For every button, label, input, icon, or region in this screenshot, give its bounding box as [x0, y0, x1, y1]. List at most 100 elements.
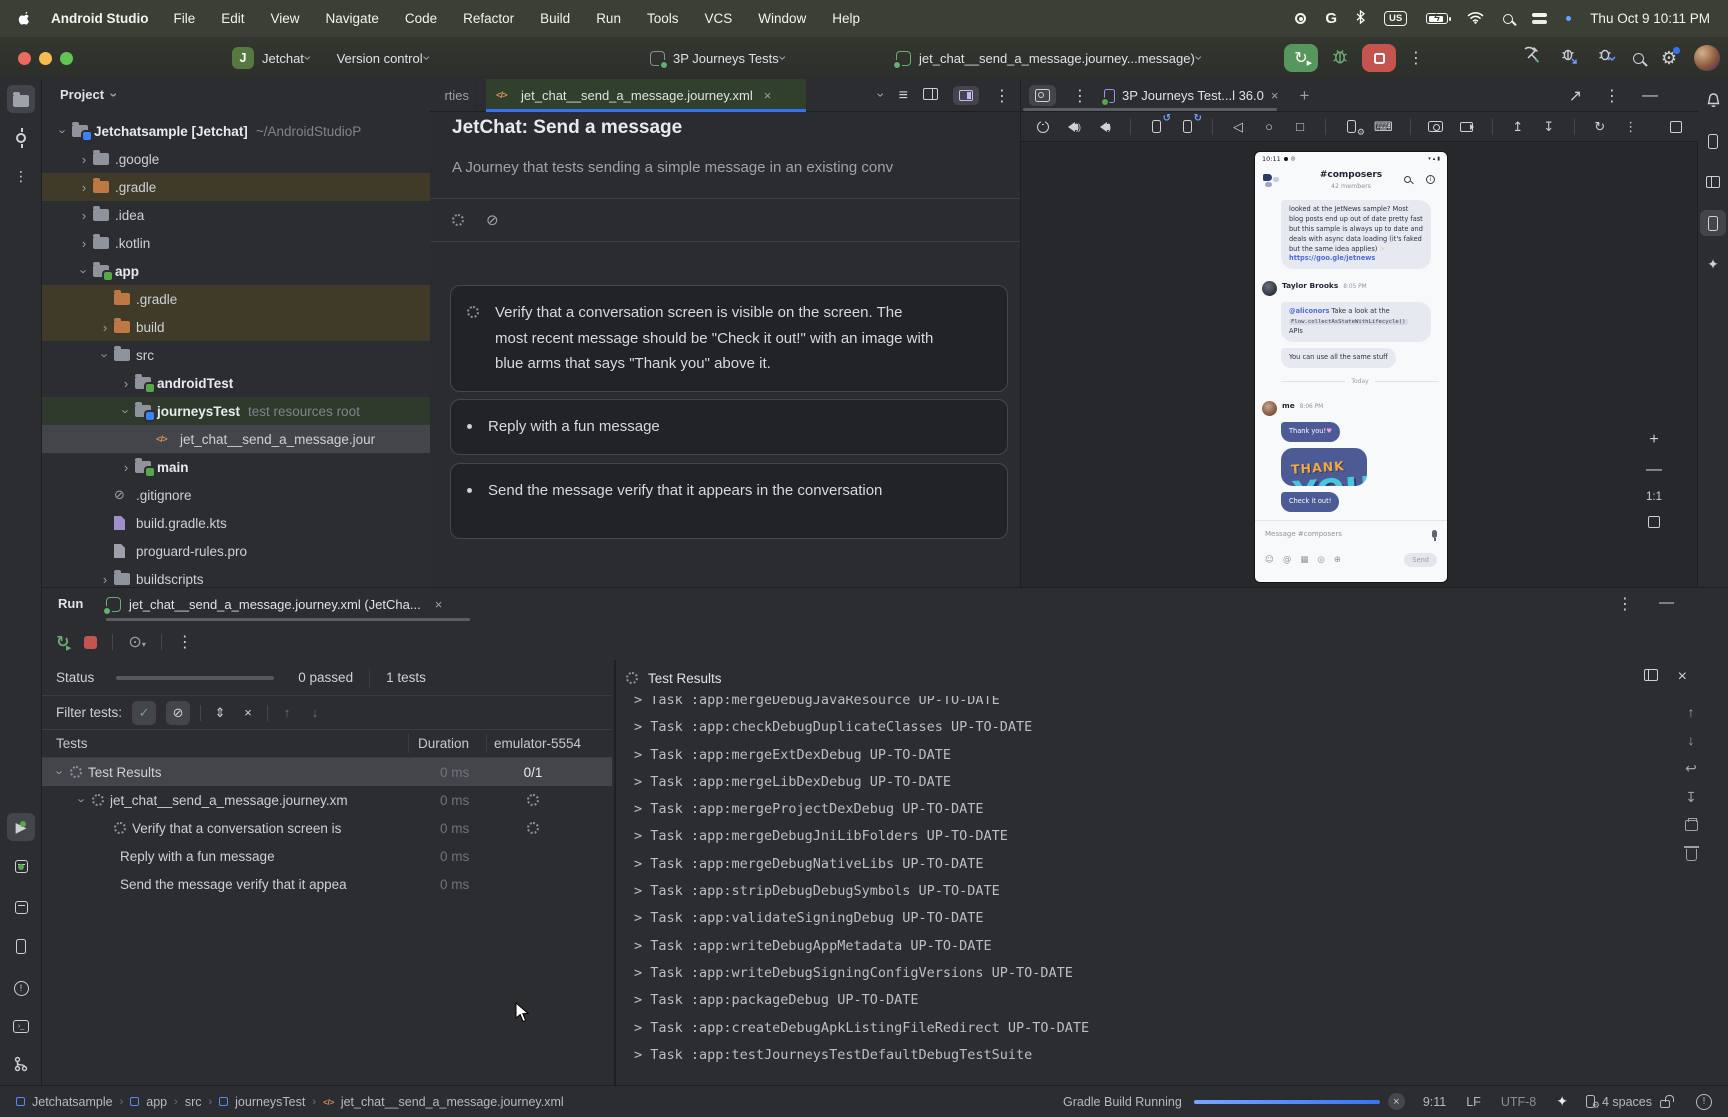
run-tab[interactable]: jet_chat__send_a_message.journey.xml (Je…: [106, 588, 442, 620]
tree-item-build[interactable]: ›build: [42, 313, 430, 341]
console-output[interactable]: > Task :app:mergeDebugJavaResource UP-TO…: [634, 696, 1658, 1086]
editor-tab-partial[interactable]: rties: [430, 79, 476, 112]
close-device-tab-icon[interactable]: ×: [1271, 88, 1279, 103]
tree-item--kotlin[interactable]: ›.kotlin: [42, 229, 430, 257]
journey-step-card[interactable]: Verify that a conversation screen is vis…: [450, 285, 1008, 392]
scroll-up-icon[interactable]: ↑: [1688, 704, 1695, 720]
scroll-to-end-icon[interactable]: ↧: [1685, 789, 1697, 806]
tree-item-app[interactable]: ›app: [42, 257, 430, 285]
chat-search-icon[interactable]: [1404, 176, 1411, 183]
run-more-icon[interactable]: ⋮: [1617, 594, 1633, 614]
thank-you-sticker[interactable]: THANKYOU: [1281, 448, 1367, 486]
settings-gear-icon[interactable]: ⚙: [1661, 49, 1677, 67]
tree-chevron-icon[interactable]: ›: [119, 402, 134, 420]
profiler-icon[interactable]: [1596, 46, 1616, 70]
test-row[interactable]: Verify that a conversation screen is0 ms: [42, 814, 612, 842]
cancel-build-icon[interactable]: ×: [1388, 1093, 1405, 1110]
notifications-status-icon[interactable]: !: [1696, 1094, 1712, 1110]
download-icon[interactable]: ↧: [1541, 119, 1557, 135]
zoom-level[interactable]: 1:1: [1646, 491, 1662, 503]
journey-step-card[interactable]: Send the message verify that it appears …: [450, 463, 1008, 539]
menu-window[interactable]: Window: [758, 11, 806, 26]
menu-view[interactable]: View: [271, 11, 300, 26]
test-row[interactable]: Reply with a fun message0 ms: [42, 842, 612, 870]
tree-item-buildscripts[interactable]: ›buildscripts: [42, 565, 430, 587]
editor-tab-list-icon[interactable]: ≡: [899, 87, 908, 105]
more-input-icon[interactable]: ⊕: [1334, 555, 1341, 565]
editor-tab-split-icon[interactable]: [923, 87, 938, 105]
previous-occurrence-icon[interactable]: ↑: [278, 705, 296, 720]
cancel-icon[interactable]: ⊘: [486, 211, 499, 229]
watch-icon[interactable]: ⊙▾: [128, 632, 145, 652]
chat-bubble[interactable]: You can use all the same stuff: [1281, 348, 1396, 368]
menu-tools[interactable]: Tools: [647, 11, 679, 26]
chat-input[interactable]: Message #composers: [1255, 520, 1447, 546]
zoom-in-icon[interactable]: +: [1649, 431, 1658, 449]
rotate-left-icon[interactable]: ↺: [1148, 120, 1164, 133]
debug-button[interactable]: [1330, 46, 1350, 71]
device-manager-icon[interactable]: [1700, 128, 1726, 154]
gallery-icon[interactable]: ▦: [1300, 555, 1308, 565]
clear-all-icon[interactable]: [1686, 846, 1697, 864]
apple-menu-icon[interactable]: [18, 11, 31, 27]
chat-info-icon[interactable]: i: [1426, 175, 1435, 184]
console-close-icon[interactable]: ×: [1678, 668, 1687, 686]
tree-chevron-icon[interactable]: ›: [77, 262, 92, 280]
device-reset-icon[interactable]: ↻: [1592, 119, 1608, 135]
editor-tab-more-icon[interactable]: ⋮: [994, 86, 1010, 106]
services-icon[interactable]: [7, 854, 35, 882]
scroll-down-icon[interactable]: ↓: [1688, 732, 1695, 748]
indent-config-icon[interactable]: ⚙: [1586, 1095, 1595, 1108]
close-run-tab-icon[interactable]: ×: [435, 597, 443, 612]
tree-chevron-icon[interactable]: ›: [75, 180, 93, 195]
unlocked-icon[interactable]: [1660, 1100, 1670, 1108]
run-tool-icon[interactable]: ▶: [7, 813, 35, 841]
volume-down-icon[interactable]: ): [1097, 122, 1113, 132]
stop-tests-icon[interactable]: [84, 636, 97, 649]
avatar[interactable]: [1262, 401, 1277, 416]
test-row[interactable]: ›Test Results0 ms0/1: [42, 758, 612, 786]
menu-refactor[interactable]: Refactor: [463, 11, 514, 26]
tree-chevron-icon[interactable]: ›: [56, 122, 71, 140]
menu-edit[interactable]: Edit: [221, 11, 244, 26]
breadcrumb-item[interactable]: journeysTest: [219, 1095, 305, 1109]
breadcrumb-item[interactable]: src: [185, 1095, 202, 1109]
menu-run[interactable]: Run: [596, 11, 621, 26]
breadcrumb-item[interactable]: app: [130, 1095, 167, 1109]
stop-button[interactable]: [1362, 44, 1396, 72]
rerun-tests-icon[interactable]: ↻▶: [56, 632, 69, 652]
tree-item-build-gradle-kts[interactable]: build.gradle.kts: [42, 509, 430, 537]
project-icon[interactable]: [7, 85, 35, 113]
control-center-icon[interactable]: [1532, 13, 1547, 25]
tree-chevron-icon[interactable]: ›: [75, 208, 93, 223]
tree-item-androidtest[interactable]: ›androidTest: [42, 369, 430, 397]
editor-tab-active[interactable]: </> jet_chat__send_a_message.journey.xml…: [486, 79, 806, 112]
tree-item-jet-chat--send-a-message-jour[interactable]: </>jet_chat__send_a_message.jour: [42, 425, 430, 453]
tree-chevron-icon[interactable]: ›: [75, 236, 93, 251]
tree-item-proguard-rules-pro[interactable]: proguard-rules.pro: [42, 537, 430, 565]
journey-step-card[interactable]: Reply with a fun message: [450, 399, 1008, 455]
tree-item-journeystest[interactable]: ›journeysTesttest resources root: [42, 397, 430, 425]
menu-build[interactable]: Build: [540, 11, 570, 26]
attach-debugger-icon[interactable]: [1559, 46, 1579, 70]
collapse-all-icon[interactable]: ×: [239, 705, 257, 720]
file-encoding[interactable]: UTF-8: [1501, 1095, 1536, 1109]
overview-icon[interactable]: □: [1292, 119, 1308, 134]
panel-more-icon[interactable]: ⋮: [1072, 86, 1088, 106]
breadcrumb-item[interactable]: </>jet_chat__send_a_message.journey.xml: [323, 1095, 564, 1109]
test-chevron-icon[interactable]: ›: [75, 790, 90, 810]
menubar-clock[interactable]: Thu Oct 9 10:11 PM: [1590, 11, 1710, 26]
soft-wrap-icon[interactable]: ↩: [1685, 760, 1697, 777]
mention-icon[interactable]: @: [1283, 555, 1292, 565]
rerun-button[interactable]: ↻▶: [1284, 44, 1318, 72]
home-icon[interactable]: ○: [1261, 119, 1277, 134]
zoom-out-icon[interactable]: —: [1646, 461, 1662, 479]
chevron-down-icon[interactable]: ›: [107, 92, 121, 97]
build-tool-icon[interactable]: [7, 893, 35, 921]
tree-chevron-icon[interactable]: ›: [117, 460, 135, 475]
layout-inspector-icon[interactable]: [1700, 169, 1726, 195]
close-window-button[interactable]: [18, 52, 31, 65]
device-settings-icon[interactable]: ⚙: [1343, 120, 1359, 133]
expand-all-icon[interactable]: ⇕: [211, 705, 229, 721]
tree-item--gradle[interactable]: .gradle: [42, 285, 430, 313]
